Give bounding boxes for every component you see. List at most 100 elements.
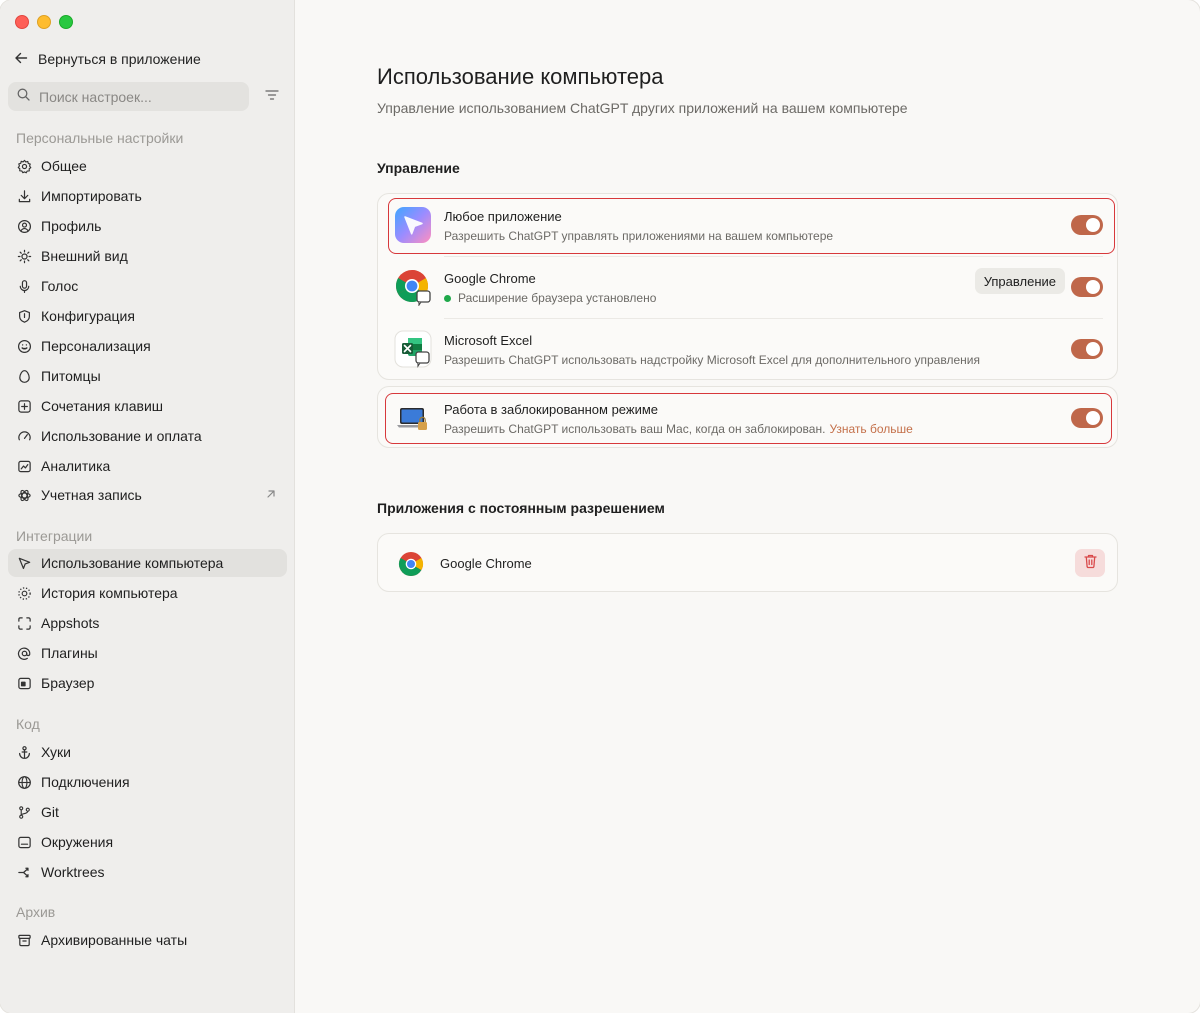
zoom-window-button[interactable]: [59, 15, 73, 29]
sidebar-item-label: Учетная запись: [41, 487, 142, 503]
sparkle-circle-icon: [16, 338, 32, 354]
sidebar-item-configuration[interactable]: Конфигурация: [8, 302, 287, 330]
cursor-icon: [16, 555, 32, 571]
remove-permission-button[interactable]: [1075, 549, 1105, 577]
excel-desc-text: Разрешить ChatGPT использовать надстройк…: [444, 353, 980, 367]
sidebar-item-label: Импортировать: [41, 188, 142, 204]
arrow-left-icon: [14, 51, 28, 68]
sidebar-item-browser[interactable]: Браузер: [8, 669, 287, 697]
search-input[interactable]: [39, 88, 229, 105]
sidebar-item-analytics[interactable]: Аналитика: [8, 452, 287, 480]
trash-icon: [1083, 553, 1098, 574]
excel-toggle[interactable]: [1071, 339, 1103, 359]
sidebar-item-label: Питомцы: [41, 368, 101, 384]
sidebar-item-label: Профиль: [41, 218, 102, 234]
close-window-button[interactable]: [15, 15, 29, 29]
sidebar-item-label: Appshots: [41, 615, 100, 631]
sidebar-item-label: Архивированные чаты: [41, 932, 188, 948]
globe-icon: [16, 774, 32, 790]
settings-search[interactable]: [8, 82, 249, 111]
keyboard-shortcut-icon: [16, 398, 32, 414]
sidebar-item-account[interactable]: Учетная запись: [8, 481, 287, 509]
filter-icon: [264, 88, 280, 107]
archive-box-icon: [16, 932, 32, 948]
section-label-integrations: Интеграции: [16, 528, 93, 544]
sidebar-item-pets[interactable]: Питомцы: [8, 362, 287, 390]
back-link-label: Вернуться в приложение: [38, 51, 201, 67]
sidebar-item-import[interactable]: Импортировать: [8, 182, 287, 210]
anchor-icon: [16, 744, 32, 760]
locked-mode-row: Работа в заблокированном режиме Разрешит…: [378, 387, 1119, 449]
any-app-toggle[interactable]: [1071, 215, 1103, 235]
sidebar-item-label: Голос: [41, 278, 79, 294]
sidebar-item-profile[interactable]: Профиль: [8, 212, 287, 240]
chart-icon: [16, 458, 32, 474]
sidebar-item-label: Окружения: [41, 834, 114, 850]
sidebar-item-appearance[interactable]: Внешний вид: [8, 242, 287, 270]
learn-more-link[interactable]: Узнать больше: [829, 422, 912, 436]
chrome-icon: [394, 268, 432, 307]
sidebar-item-plugins[interactable]: Плагины: [8, 639, 287, 667]
user-circle-icon: [16, 218, 32, 234]
external-link-icon: [265, 487, 277, 503]
gauge-icon: [16, 428, 32, 444]
chrome-toggle[interactable]: [1071, 277, 1103, 297]
excel-title: Microsoft Excel: [444, 333, 533, 348]
worktree-icon: [16, 864, 32, 880]
sidebar-item-label: Использование и оплата: [41, 428, 202, 444]
sun-icon: [16, 248, 32, 264]
sidebar-item-label: Git: [41, 804, 59, 820]
sidebar-item-archived-chats[interactable]: Архивированные чаты: [8, 926, 287, 954]
sidebar-item-environments[interactable]: Окружения: [8, 828, 287, 856]
sidebar-item-label: Внешний вид: [41, 248, 128, 264]
sidebar-item-label: История компьютера: [41, 585, 178, 601]
sidebar-item-connections[interactable]: Подключения: [8, 768, 287, 796]
sidebar-item-label: Аналитика: [41, 458, 111, 474]
sidebar-item-voice[interactable]: Голос: [8, 272, 287, 300]
permanent-app-name: Google Chrome: [440, 556, 532, 571]
chrome-manage-button[interactable]: Управление: [974, 268, 1065, 294]
filter-button[interactable]: [262, 87, 282, 107]
app-control-card: Любое приложение Разрешить ChatGPT управ…: [377, 193, 1118, 380]
computer-use-app-icon: [394, 206, 432, 244]
sidebar-item-usage-billing[interactable]: Использование и оплата: [8, 422, 287, 450]
sidebar-item-personalization[interactable]: Персонализация: [8, 332, 287, 360]
chrome-icon: [398, 551, 424, 577]
sidebar-item-label: Общее: [41, 158, 87, 174]
sidebar-item-label: Использование компьютера: [41, 555, 224, 571]
settings-window: Вернуться в приложение Персональные наст…: [0, 0, 1200, 1013]
shield-icon: [16, 308, 32, 324]
locked-mode-toggle[interactable]: [1071, 408, 1103, 428]
locked-mode-desc-text: Разрешить ChatGPT использовать ваш Mac, …: [444, 422, 826, 436]
locked-mode-card: Работа в заблокированном режиме Разрешит…: [377, 386, 1118, 448]
locked-mode-description: Разрешить ChatGPT использовать ваш Mac, …: [444, 422, 913, 436]
sidebar-item-label: Подключения: [41, 774, 130, 790]
sidebar: Вернуться в приложение Персональные наст…: [0, 0, 295, 1013]
sidebar-item-hooks[interactable]: Хуки: [8, 738, 287, 766]
sidebar-item-label: Worktrees: [41, 864, 105, 880]
chrome-row: Google Chrome Расширение браузера устано…: [378, 256, 1119, 318]
sidebar-item-git[interactable]: Git: [8, 798, 287, 826]
sidebar-item-shortcuts[interactable]: Сочетания клавиш: [8, 392, 287, 420]
egg-icon: [16, 368, 32, 384]
sidebar-item-label: Конфигурация: [41, 308, 135, 324]
status-dot: [444, 294, 451, 302]
any-app-desc-text: Разрешить ChatGPT управлять приложениями…: [444, 229, 834, 243]
back-to-app-link[interactable]: Вернуться в приложение: [14, 47, 201, 71]
permanent-apps-card: Google Chrome: [377, 533, 1118, 592]
sidebar-item-computer-use[interactable]: Использование компьютера: [8, 549, 287, 577]
locked-laptop-icon: [394, 399, 432, 437]
page-subtitle: Управление использованием ChatGPT других…: [377, 100, 908, 116]
any-app-description: Разрешить ChatGPT управлять приложениями…: [444, 229, 833, 243]
sidebar-item-worktrees[interactable]: Worktrees: [8, 858, 287, 886]
sidebar-item-label: Браузер: [41, 675, 95, 691]
any-app-title: Любое приложение: [444, 209, 562, 224]
section-label-code: Код: [16, 716, 40, 732]
sidebar-item-label: Плагины: [41, 645, 98, 661]
sidebar-item-computer-history[interactable]: История компьютера: [8, 579, 287, 607]
minimize-window-button[interactable]: [37, 15, 51, 29]
sidebar-item-general[interactable]: Общее: [8, 152, 287, 180]
search-icon: [17, 88, 30, 106]
at-sign-icon: [16, 645, 32, 661]
sidebar-item-appshots[interactable]: Appshots: [8, 609, 287, 637]
